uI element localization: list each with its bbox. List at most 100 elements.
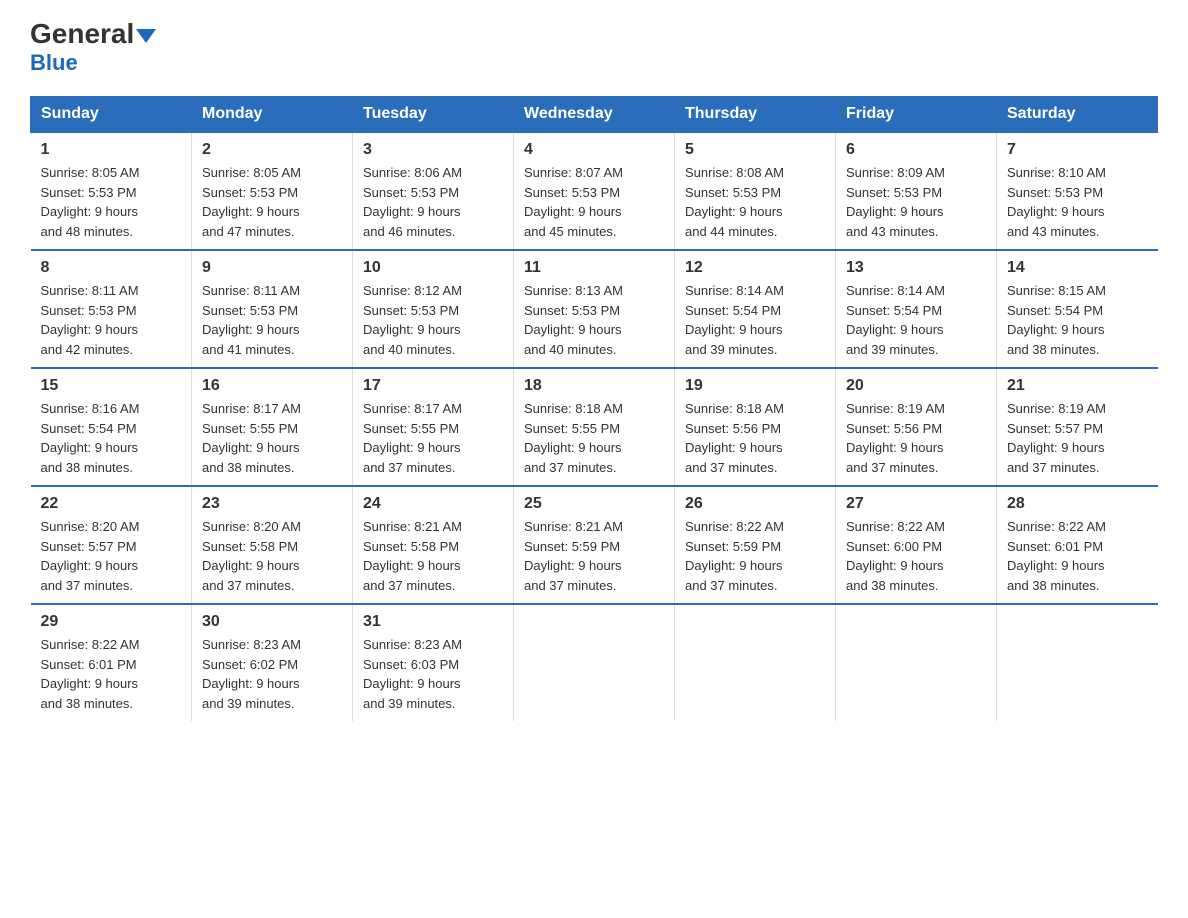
calendar-cell: 26 Sunrise: 8:22 AMSunset: 5:59 PMDaylig… <box>675 486 836 604</box>
day-number: 14 <box>1007 259 1148 277</box>
calendar-cell <box>997 604 1158 721</box>
day-number: 31 <box>363 613 503 631</box>
day-number: 27 <box>846 495 986 513</box>
day-info: Sunrise: 8:22 AMSunset: 6:01 PMDaylight:… <box>1007 517 1148 595</box>
day-number: 11 <box>524 259 664 277</box>
calendar-cell: 3 Sunrise: 8:06 AMSunset: 5:53 PMDayligh… <box>353 132 514 250</box>
calendar-cell: 8 Sunrise: 8:11 AMSunset: 5:53 PMDayligh… <box>31 250 192 368</box>
day-info: Sunrise: 8:12 AMSunset: 5:53 PMDaylight:… <box>363 281 503 359</box>
calendar-cell: 15 Sunrise: 8:16 AMSunset: 5:54 PMDaylig… <box>31 368 192 486</box>
calendar-cell: 29 Sunrise: 8:22 AMSunset: 6:01 PMDaylig… <box>31 604 192 721</box>
calendar-cell: 16 Sunrise: 8:17 AMSunset: 5:55 PMDaylig… <box>192 368 353 486</box>
calendar-cell: 30 Sunrise: 8:23 AMSunset: 6:02 PMDaylig… <box>192 604 353 721</box>
day-info: Sunrise: 8:05 AMSunset: 5:53 PMDaylight:… <box>41 163 182 241</box>
calendar-cell: 18 Sunrise: 8:18 AMSunset: 5:55 PMDaylig… <box>514 368 675 486</box>
calendar-cell: 13 Sunrise: 8:14 AMSunset: 5:54 PMDaylig… <box>836 250 997 368</box>
day-number: 22 <box>41 495 182 513</box>
day-info: Sunrise: 8:06 AMSunset: 5:53 PMDaylight:… <box>363 163 503 241</box>
day-number: 30 <box>202 613 342 631</box>
day-header-tuesday: Tuesday <box>353 97 514 133</box>
day-number: 19 <box>685 377 825 395</box>
day-header-friday: Friday <box>836 97 997 133</box>
day-number: 13 <box>846 259 986 277</box>
calendar-cell: 21 Sunrise: 8:19 AMSunset: 5:57 PMDaylig… <box>997 368 1158 486</box>
day-info: Sunrise: 8:14 AMSunset: 5:54 PMDaylight:… <box>685 281 825 359</box>
calendar-cell: 20 Sunrise: 8:19 AMSunset: 5:56 PMDaylig… <box>836 368 997 486</box>
week-row-1: 1 Sunrise: 8:05 AMSunset: 5:53 PMDayligh… <box>31 132 1158 250</box>
day-info: Sunrise: 8:11 AMSunset: 5:53 PMDaylight:… <box>41 281 182 359</box>
day-info: Sunrise: 8:09 AMSunset: 5:53 PMDaylight:… <box>846 163 986 241</box>
day-header-sunday: Sunday <box>31 97 192 133</box>
week-row-3: 15 Sunrise: 8:16 AMSunset: 5:54 PMDaylig… <box>31 368 1158 486</box>
calendar-cell: 9 Sunrise: 8:11 AMSunset: 5:53 PMDayligh… <box>192 250 353 368</box>
day-info: Sunrise: 8:20 AMSunset: 5:57 PMDaylight:… <box>41 517 182 595</box>
day-number: 21 <box>1007 377 1148 395</box>
day-info: Sunrise: 8:18 AMSunset: 5:55 PMDaylight:… <box>524 399 664 477</box>
week-row-4: 22 Sunrise: 8:20 AMSunset: 5:57 PMDaylig… <box>31 486 1158 604</box>
day-info: Sunrise: 8:07 AMSunset: 5:53 PMDaylight:… <box>524 163 664 241</box>
calendar-cell: 12 Sunrise: 8:14 AMSunset: 5:54 PMDaylig… <box>675 250 836 368</box>
day-info: Sunrise: 8:17 AMSunset: 5:55 PMDaylight:… <box>202 399 342 477</box>
logo-triangle-icon <box>136 29 156 43</box>
day-number: 26 <box>685 495 825 513</box>
calendar-cell: 25 Sunrise: 8:21 AMSunset: 5:59 PMDaylig… <box>514 486 675 604</box>
day-info: Sunrise: 8:13 AMSunset: 5:53 PMDaylight:… <box>524 281 664 359</box>
day-info: Sunrise: 8:05 AMSunset: 5:53 PMDaylight:… <box>202 163 342 241</box>
day-info: Sunrise: 8:20 AMSunset: 5:58 PMDaylight:… <box>202 517 342 595</box>
day-header-wednesday: Wednesday <box>514 97 675 133</box>
day-number: 6 <box>846 141 986 159</box>
day-info: Sunrise: 8:23 AMSunset: 6:02 PMDaylight:… <box>202 635 342 713</box>
calendar-cell <box>836 604 997 721</box>
day-header-monday: Monday <box>192 97 353 133</box>
calendar-cell: 11 Sunrise: 8:13 AMSunset: 5:53 PMDaylig… <box>514 250 675 368</box>
day-number: 23 <box>202 495 342 513</box>
calendar-header-row: SundayMondayTuesdayWednesdayThursdayFrid… <box>31 97 1158 133</box>
day-number: 17 <box>363 377 503 395</box>
day-number: 4 <box>524 141 664 159</box>
day-number: 18 <box>524 377 664 395</box>
calendar-cell: 28 Sunrise: 8:22 AMSunset: 6:01 PMDaylig… <box>997 486 1158 604</box>
day-info: Sunrise: 8:18 AMSunset: 5:56 PMDaylight:… <box>685 399 825 477</box>
day-number: 3 <box>363 141 503 159</box>
day-info: Sunrise: 8:22 AMSunset: 6:00 PMDaylight:… <box>846 517 986 595</box>
calendar-cell <box>675 604 836 721</box>
day-number: 9 <box>202 259 342 277</box>
calendar-cell: 27 Sunrise: 8:22 AMSunset: 6:00 PMDaylig… <box>836 486 997 604</box>
day-info: Sunrise: 8:19 AMSunset: 5:56 PMDaylight:… <box>846 399 986 477</box>
day-number: 15 <box>41 377 182 395</box>
logo-blue-text: Blue <box>30 50 78 76</box>
day-info: Sunrise: 8:17 AMSunset: 5:55 PMDaylight:… <box>363 399 503 477</box>
week-row-5: 29 Sunrise: 8:22 AMSunset: 6:01 PMDaylig… <box>31 604 1158 721</box>
day-info: Sunrise: 8:21 AMSunset: 5:59 PMDaylight:… <box>524 517 664 595</box>
day-info: Sunrise: 8:23 AMSunset: 6:03 PMDaylight:… <box>363 635 503 713</box>
calendar-table: SundayMondayTuesdayWednesdayThursdayFrid… <box>30 96 1158 721</box>
day-info: Sunrise: 8:15 AMSunset: 5:54 PMDaylight:… <box>1007 281 1148 359</box>
day-number: 2 <box>202 141 342 159</box>
logo-general-text: General <box>30 20 156 48</box>
calendar-cell: 6 Sunrise: 8:09 AMSunset: 5:53 PMDayligh… <box>836 132 997 250</box>
calendar-cell: 1 Sunrise: 8:05 AMSunset: 5:53 PMDayligh… <box>31 132 192 250</box>
day-number: 24 <box>363 495 503 513</box>
calendar-cell: 4 Sunrise: 8:07 AMSunset: 5:53 PMDayligh… <box>514 132 675 250</box>
logo: General Blue <box>30 20 156 76</box>
day-number: 29 <box>41 613 182 631</box>
calendar-cell: 31 Sunrise: 8:23 AMSunset: 6:03 PMDaylig… <box>353 604 514 721</box>
day-number: 20 <box>846 377 986 395</box>
day-number: 5 <box>685 141 825 159</box>
calendar-cell: 23 Sunrise: 8:20 AMSunset: 5:58 PMDaylig… <box>192 486 353 604</box>
calendar-cell: 2 Sunrise: 8:05 AMSunset: 5:53 PMDayligh… <box>192 132 353 250</box>
calendar-cell: 5 Sunrise: 8:08 AMSunset: 5:53 PMDayligh… <box>675 132 836 250</box>
calendar-cell: 17 Sunrise: 8:17 AMSunset: 5:55 PMDaylig… <box>353 368 514 486</box>
day-info: Sunrise: 8:22 AMSunset: 5:59 PMDaylight:… <box>685 517 825 595</box>
day-header-thursday: Thursday <box>675 97 836 133</box>
page-header: General Blue <box>30 20 1158 76</box>
day-info: Sunrise: 8:16 AMSunset: 5:54 PMDaylight:… <box>41 399 182 477</box>
day-header-saturday: Saturday <box>997 97 1158 133</box>
day-number: 28 <box>1007 495 1148 513</box>
day-number: 7 <box>1007 141 1148 159</box>
day-info: Sunrise: 8:21 AMSunset: 5:58 PMDaylight:… <box>363 517 503 595</box>
day-number: 16 <box>202 377 342 395</box>
day-info: Sunrise: 8:22 AMSunset: 6:01 PMDaylight:… <box>41 635 182 713</box>
calendar-cell: 22 Sunrise: 8:20 AMSunset: 5:57 PMDaylig… <box>31 486 192 604</box>
day-number: 10 <box>363 259 503 277</box>
